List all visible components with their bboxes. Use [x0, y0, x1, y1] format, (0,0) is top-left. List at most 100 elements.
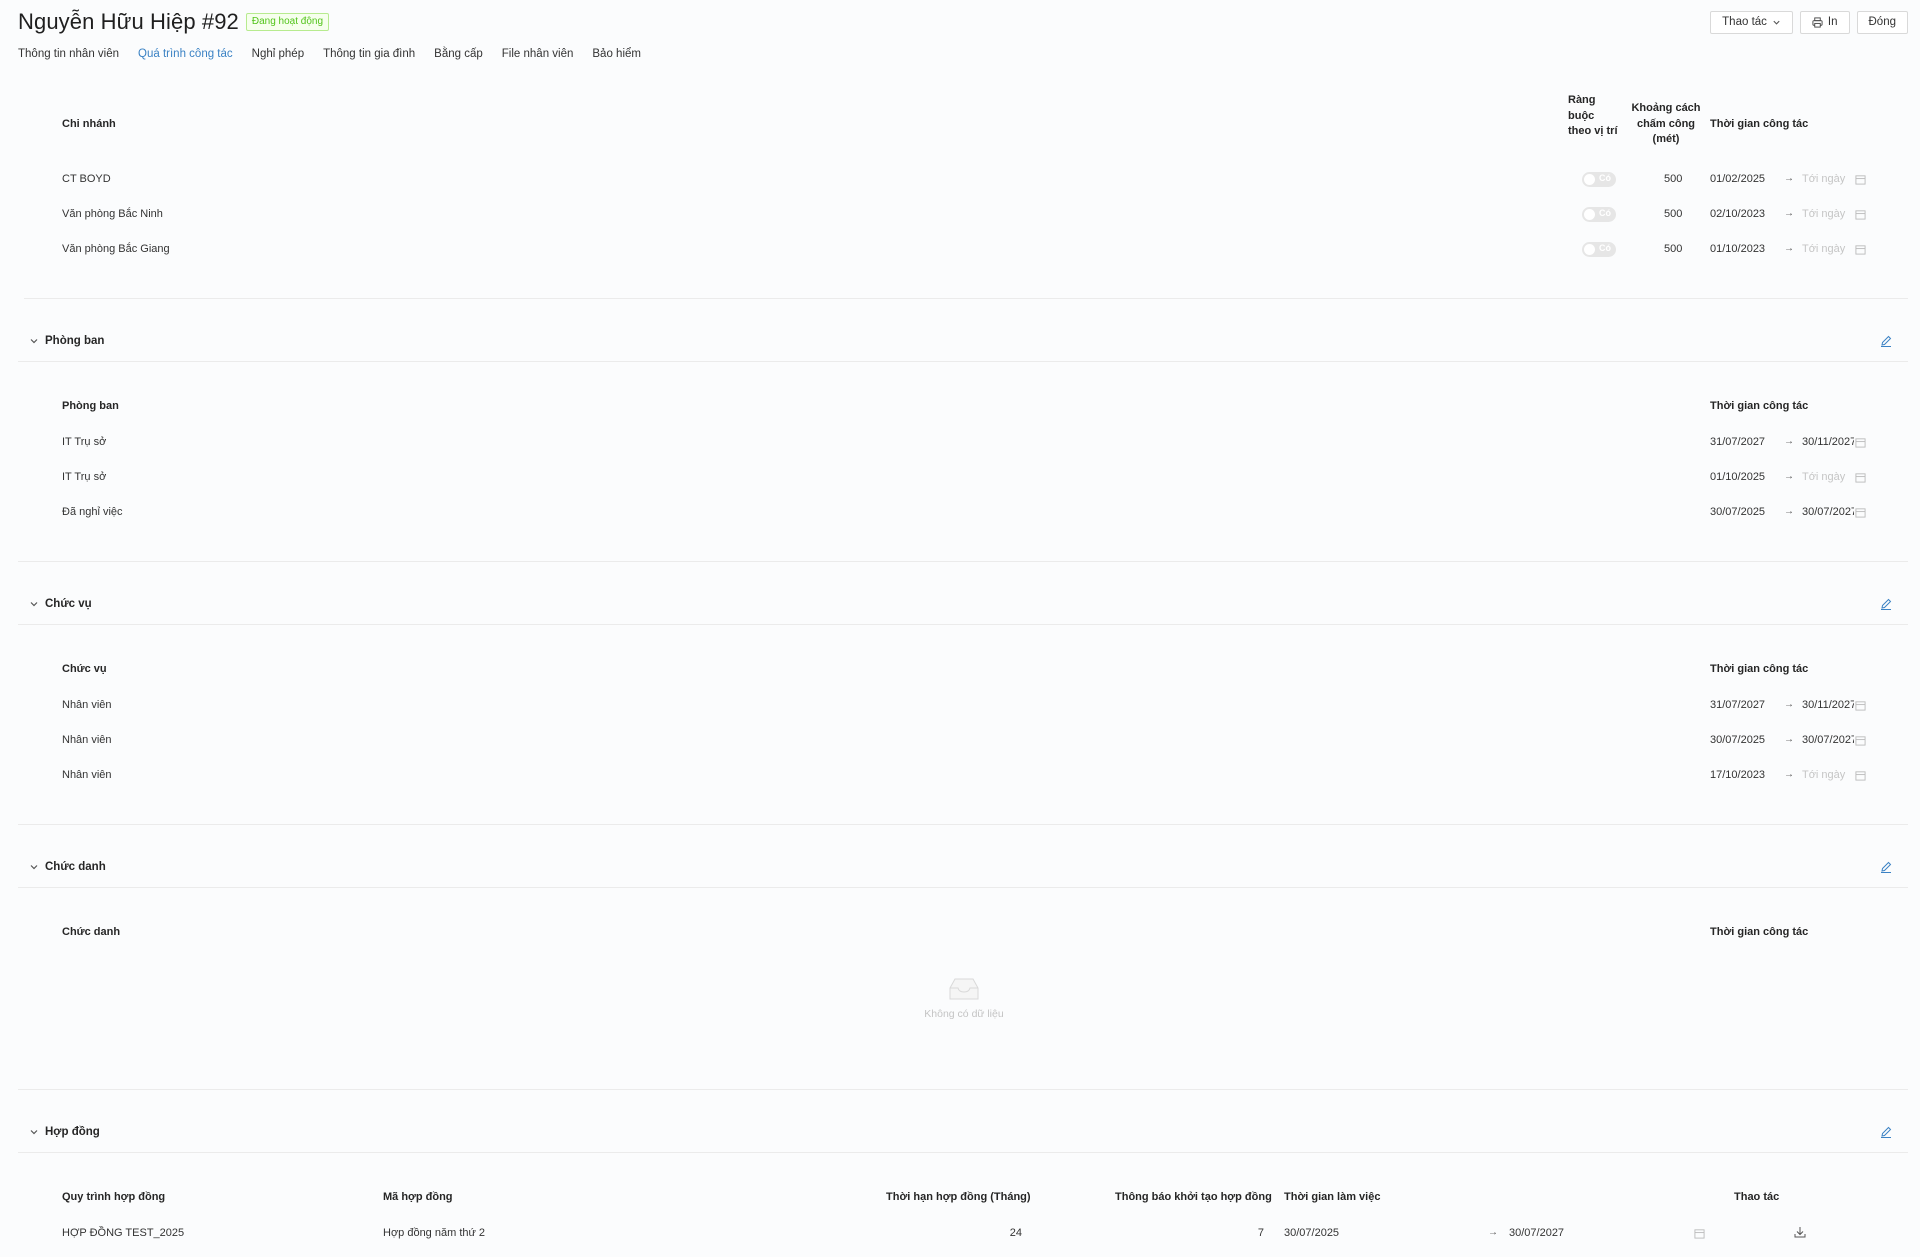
location-bound-toggle[interactable]: Có	[1582, 242, 1616, 257]
position-section-header[interactable]: Chức vụ	[18, 589, 1908, 619]
section-divider	[18, 887, 1908, 888]
branch-row-start-date[interactable]: 01/02/2025	[1710, 173, 1765, 185]
branch-row-end-date[interactable]: Tới ngày	[1802, 173, 1845, 185]
position-row-start-date[interactable]: 17/10/2023	[1710, 769, 1765, 781]
location-bound-toggle[interactable]: Có	[1582, 172, 1616, 187]
tab-insurance[interactable]: Bảo hiểm	[592, 46, 641, 62]
tab-leave[interactable]: Nghỉ phép	[252, 46, 304, 62]
printer-icon	[1812, 16, 1823, 28]
edit-icon[interactable]	[1880, 1126, 1892, 1138]
department-header-time: Thời gian công tác	[1710, 400, 1809, 412]
contract-section-header[interactable]: Hợp đồng	[18, 1117, 1908, 1147]
print-label: In	[1827, 16, 1838, 28]
date-range-arrow: →	[1784, 436, 1794, 447]
date-range-arrow: →	[1784, 208, 1794, 219]
actions-label: Thao tác	[1722, 16, 1767, 28]
chevron-down-icon[interactable]	[29, 336, 39, 346]
calendar-icon[interactable]	[1855, 735, 1866, 746]
section-divider	[18, 561, 1908, 562]
position-row-end-date[interactable]: 30/07/2027	[1802, 734, 1854, 746]
date-range-arrow: →	[1784, 506, 1794, 517]
date-range-arrow: →	[1784, 471, 1794, 482]
actions-dropdown-button[interactable]: Thao tác	[1710, 10, 1793, 34]
date-range-arrow: →	[1784, 734, 1794, 745]
calendar-icon[interactable]	[1694, 1228, 1705, 1239]
calendar-icon[interactable]	[1855, 437, 1866, 448]
position-row-end-date[interactable]: 30/11/2027	[1802, 699, 1854, 711]
jobtitle-section-title: Chức danh	[45, 861, 106, 873]
contract-row-start-date[interactable]: 30/07/2025	[1284, 1227, 1339, 1239]
position-header-name: Chức vụ	[62, 663, 107, 675]
section-divider	[18, 624, 1908, 625]
page-header: Nguyễn Hữu Hiệp #92 Đang hoạt động Thao …	[18, 6, 1908, 38]
empty-inbox-icon	[949, 978, 979, 1000]
branch-header-distance: Khoảng cách chấm công (mét)	[1631, 102, 1701, 145]
branch-row-start-date[interactable]: 01/10/2023	[1710, 243, 1765, 255]
department-row-name: IT Trụ sở	[62, 436, 107, 448]
position-section-title: Chức vụ	[45, 598, 92, 610]
department-row-name: Đã nghỉ việc	[62, 506, 123, 518]
empty-state: Không có dữ liệu	[900, 976, 1028, 1020]
jobtitle-section-header[interactable]: Chức danh	[18, 852, 1908, 882]
edit-icon[interactable]	[1880, 335, 1892, 347]
tab-bar: Thông tin nhân viên Quá trình công tác N…	[18, 46, 660, 62]
jobtitle-header-name: Chức danh	[62, 926, 121, 938]
position-row-end-date[interactable]: Tới ngày	[1802, 769, 1845, 781]
date-range-arrow: →	[1784, 173, 1794, 184]
contract-row-end-date[interactable]: 30/07/2027	[1509, 1227, 1564, 1239]
branch-row-name: Văn phòng Bắc Ninh	[62, 208, 163, 220]
date-range-arrow: →	[1488, 1227, 1498, 1238]
position-row-start-date[interactable]: 30/07/2025	[1710, 734, 1765, 746]
contract-row-notice: 7	[1257, 1227, 1264, 1239]
branch-row-start-date[interactable]: 02/10/2023	[1710, 208, 1765, 220]
chevron-down-icon[interactable]	[29, 599, 39, 609]
calendar-icon[interactable]	[1855, 472, 1866, 483]
section-divider	[18, 1089, 1908, 1090]
location-bound-toggle[interactable]: Có	[1582, 207, 1616, 222]
branch-header-bound: Ràng buộc theo vị trí	[1568, 94, 1618, 137]
tab-work-history[interactable]: Quá trình công tác	[138, 46, 233, 62]
calendar-icon[interactable]	[1855, 244, 1866, 255]
position-row-start-date[interactable]: 31/07/2027	[1710, 699, 1765, 711]
department-row-end-date[interactable]: Tới ngày	[1802, 471, 1845, 483]
section-divider	[24, 298, 1908, 299]
toggle-text: Có	[1599, 243, 1611, 253]
calendar-icon[interactable]	[1855, 209, 1866, 220]
department-section-header[interactable]: Phòng ban	[18, 326, 1908, 356]
calendar-icon[interactable]	[1855, 174, 1866, 185]
branch-row-distance: 500	[1664, 243, 1683, 255]
calendar-icon[interactable]	[1855, 700, 1866, 711]
tab-degrees[interactable]: Bằng cấp	[434, 46, 483, 62]
date-range-arrow: →	[1784, 699, 1794, 710]
department-row-end-date[interactable]: 30/07/2027	[1802, 506, 1854, 518]
print-button[interactable]: In	[1799, 10, 1850, 34]
branch-header-name: Chi nhánh	[62, 118, 116, 130]
department-row-start-date[interactable]: 30/07/2025	[1710, 506, 1765, 518]
toggle-text: Có	[1599, 173, 1611, 183]
status-badge: Đang hoạt động	[245, 13, 330, 31]
contract-row-term: 24	[1009, 1227, 1022, 1239]
department-row-end-date[interactable]: 30/11/2027	[1802, 436, 1854, 448]
chevron-down-icon[interactable]	[29, 862, 39, 872]
department-row-start-date[interactable]: 01/10/2025	[1710, 471, 1765, 483]
calendar-icon[interactable]	[1855, 507, 1866, 518]
tab-employee-info[interactable]: Thông tin nhân viên	[18, 46, 119, 62]
contract-row-code: Hợp đồng năm thứ 2	[383, 1227, 486, 1239]
chevron-down-icon[interactable]	[29, 1127, 39, 1137]
edit-icon[interactable]	[1880, 598, 1892, 610]
date-range-arrow: →	[1784, 243, 1794, 254]
section-divider	[18, 824, 1908, 825]
edit-icon[interactable]	[1880, 861, 1892, 873]
jobtitle-header-time: Thời gian công tác	[1710, 926, 1809, 938]
calendar-icon[interactable]	[1855, 770, 1866, 781]
branch-row-end-date[interactable]: Tới ngày	[1802, 208, 1845, 220]
tab-family-info[interactable]: Thông tin gia đình	[323, 46, 415, 62]
close-button[interactable]: Đóng	[1856, 10, 1908, 34]
toggle-text: Có	[1599, 208, 1611, 218]
branch-row-name: CT BOYD	[62, 173, 111, 185]
tab-employee-files[interactable]: File nhân viên	[502, 46, 574, 62]
download-icon[interactable]	[1794, 1226, 1806, 1238]
branch-row-end-date[interactable]: Tới ngày	[1802, 243, 1845, 255]
department-row-start-date[interactable]: 31/07/2027	[1710, 436, 1765, 448]
section-divider	[18, 361, 1908, 362]
